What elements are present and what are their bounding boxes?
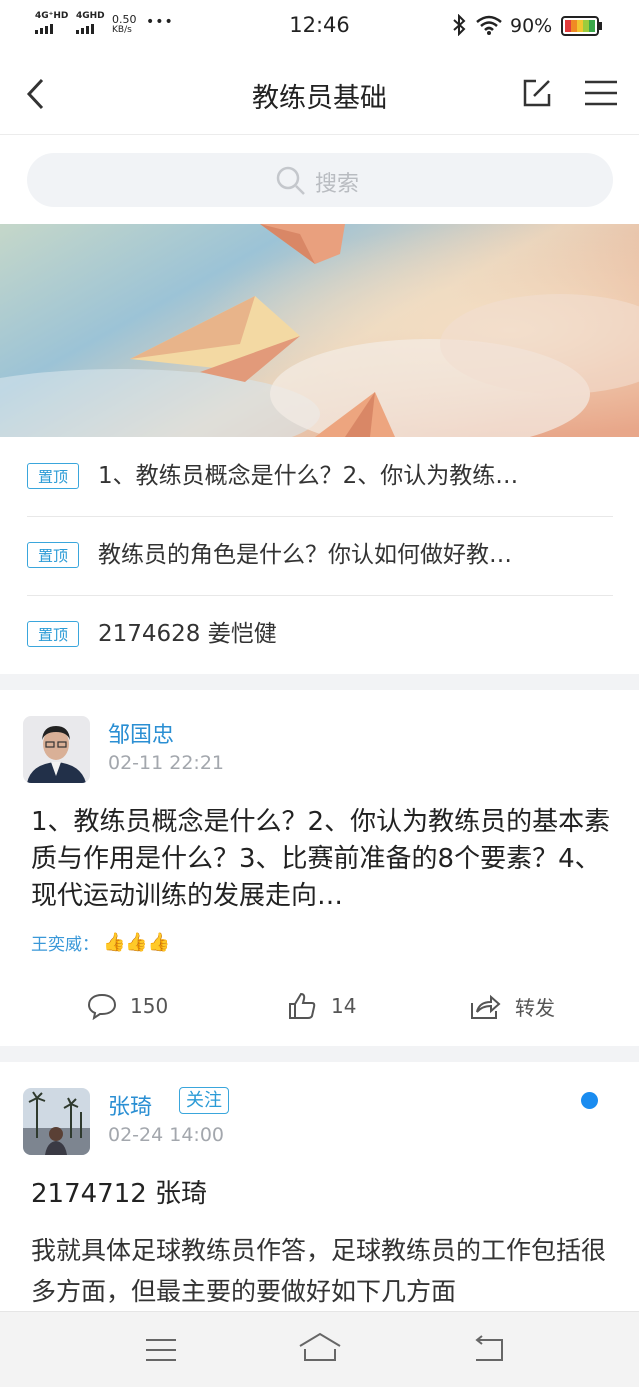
avatar[interactable] <box>23 716 90 783</box>
post-date: 02-11 22:21 <box>108 752 225 774</box>
pinned-title: 2174628 姜恺健 <box>98 621 277 647</box>
unread-dot <box>581 1092 598 1109</box>
post-card[interactable]: 邹国忠 02-11 22:21 1、教练员概念是什么？2、你认为教练员的基本素质… <box>0 690 639 1046</box>
follow-button[interactable]: 关注 <box>179 1087 229 1114</box>
post-date: 02-24 14:00 <box>108 1124 225 1146</box>
pinned-title: 1、教练员概念是什么？2、你认为教练… <box>98 463 519 489</box>
wifi-icon <box>475 14 503 40</box>
edit-icon <box>523 79 551 107</box>
share-label: 转发 <box>515 996 555 1020</box>
hamburger-icon <box>585 80 617 106</box>
battery-percent: 90% <box>510 15 553 37</box>
system-nav-bar <box>0 1311 639 1387</box>
nav-bar: 教练员基础 <box>0 52 639 135</box>
post-card[interactable]: 张琦 关注 02-24 14:00 2174712 张琦 我就具体足球教练员作答… <box>0 1062 639 1311</box>
pinned-badge: 置顶 <box>27 463 79 489</box>
thumbs-up-icon <box>289 992 316 1019</box>
likes-line: 王奕威： 👍👍👍 <box>31 930 170 955</box>
recent-apps-button[interactable] <box>144 1336 178 1364</box>
pinned-badge: 置顶 <box>27 542 79 568</box>
home-icon <box>299 1332 341 1361</box>
author-name[interactable]: 张琦 <box>108 1089 152 1121</box>
pinned-item[interactable]: 置顶 教练员的角色是什么？你认如何做好教… <box>27 516 613 596</box>
post-title: 2174712 张琦 <box>31 1179 208 1209</box>
home-button[interactable] <box>297 1330 343 1366</box>
bluetooth-icon <box>452 13 466 40</box>
compose-button[interactable] <box>521 77 553 109</box>
menu-lines-icon <box>146 1339 176 1361</box>
comment-button[interactable]: 150 <box>86 992 168 1020</box>
share-button[interactable]: 转发 <box>469 992 555 1021</box>
search-section: 搜索 <box>0 135 639 224</box>
search-icon <box>275 165 307 201</box>
thumbs-up-icon: 👍👍👍 <box>103 932 171 953</box>
back-nav-button[interactable] <box>470 1334 506 1366</box>
pinned-list: 置顶 1、教练员概念是什么？2、你认为教练… 置顶 教练员的角色是什么？你认如何… <box>0 437 639 674</box>
share-icon <box>471 994 501 1019</box>
like-count: 14 <box>331 994 357 1018</box>
pinned-badge: 置顶 <box>27 621 79 647</box>
search-input[interactable]: 搜索 <box>27 153 613 207</box>
status-bar: 4G⁺HD 4GHD 0.50 KB/s ••• 12:46 90% <box>0 0 639 52</box>
post-title: 1、教练员概念是什么？2、你认为教练员的基本素质与作用是什么？3、比赛前准备的8… <box>31 807 611 911</box>
comment-icon <box>87 993 117 1020</box>
menu-button[interactable] <box>583 79 619 107</box>
pinned-item[interactable]: 置顶 2174628 姜恺健 <box>27 595 613 674</box>
comment-count: 150 <box>130 994 169 1018</box>
like-button[interactable]: 14 <box>287 991 356 1021</box>
author-name[interactable]: 邹国忠 <box>108 717 174 749</box>
search-placeholder: 搜索 <box>315 172 360 197</box>
liker-name: 王奕威： <box>31 935 99 955</box>
post-body: 我就具体足球教练员作答，足球教练员的工作包括很多方面，但最主要的要做好如下几方面 <box>31 1236 607 1306</box>
banner-image <box>0 224 639 437</box>
battery-icon <box>561 16 603 40</box>
return-icon <box>475 1335 503 1361</box>
pinned-item[interactable]: 置顶 1、教练员概念是什么？2、你认为教练… <box>27 437 613 517</box>
pinned-title: 教练员的角色是什么？你认如何做好教… <box>98 542 512 568</box>
avatar[interactable] <box>23 1088 90 1155</box>
